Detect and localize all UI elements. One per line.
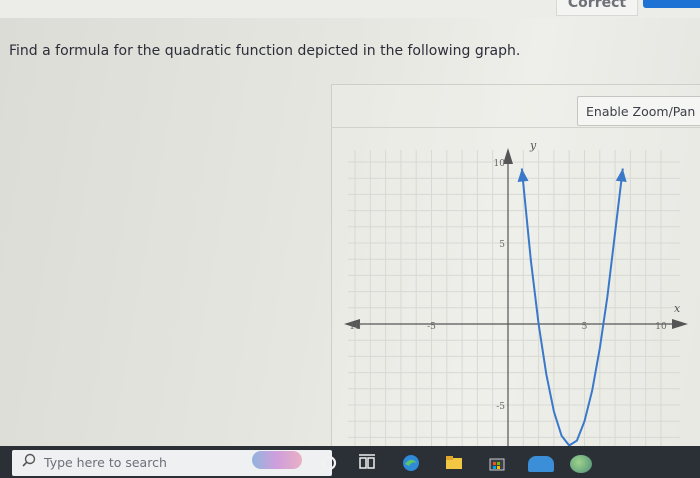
x-axis-label: x xyxy=(674,302,681,315)
curve-arrowhead xyxy=(615,168,627,183)
x-axis-arrow-right xyxy=(672,319,688,329)
y-axis-label: y xyxy=(529,140,537,152)
graph-toolbar-divider xyxy=(331,127,700,128)
next-button[interactable] xyxy=(643,0,700,8)
cortana-icon[interactable] xyxy=(318,452,340,474)
store-icon[interactable] xyxy=(486,452,508,474)
question-text: Find a formula for the quadratic functio… xyxy=(9,43,521,59)
edge-icon[interactable] xyxy=(400,452,422,474)
taskbar-decoration-glow xyxy=(252,451,302,469)
graph-grid xyxy=(348,150,680,450)
curve-arrowheads xyxy=(517,168,627,183)
file-explorer-icon[interactable] xyxy=(443,452,465,474)
y-tick-label: 10 xyxy=(494,159,506,169)
enable-zoom-pan-button[interactable]: Enable Zoom/Pan xyxy=(577,96,700,126)
task-view-icon[interactable] xyxy=(356,452,378,474)
app-icon[interactable] xyxy=(570,455,592,473)
x-tick-label: 5 xyxy=(582,322,588,332)
x-tick-label: 10 xyxy=(349,322,361,332)
y-tick-label: 5 xyxy=(499,240,505,250)
search-placeholder: Type here to search xyxy=(44,455,167,470)
mail-icon[interactable] xyxy=(528,456,554,472)
parabola-curve xyxy=(520,168,624,447)
y-tick-label: -5 xyxy=(496,402,505,412)
x-tick-label: 10 xyxy=(655,322,667,332)
quadratic-graph[interactable]: 10 -5 5 10 10 5 -5 x y xyxy=(340,140,690,450)
x-tick-label: -5 xyxy=(427,322,436,332)
search-icon xyxy=(22,453,36,467)
status-badge: Correct xyxy=(556,0,638,16)
